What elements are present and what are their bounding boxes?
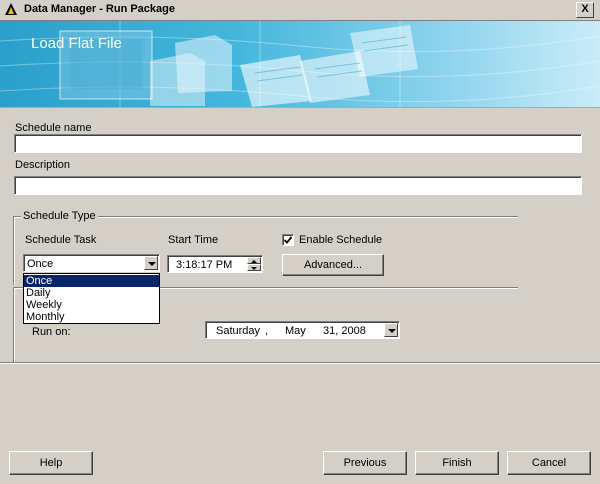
time-spin-down-button[interactable] xyxy=(247,264,261,271)
schedule-type-group-label: Schedule Type xyxy=(21,210,98,222)
start-time-value: 3:18:17 PM xyxy=(176,259,233,271)
window-title: Data Manager - Run Package xyxy=(24,3,175,15)
advanced-button[interactable]: Advanced... xyxy=(282,254,384,276)
dropdown-option-monthly[interactable]: Monthly xyxy=(24,311,159,323)
schedule-task-dropdown-button[interactable] xyxy=(144,256,158,270)
enable-schedule-label[interactable]: Enable Schedule xyxy=(299,234,382,246)
date-dropdown-button[interactable] xyxy=(384,323,398,337)
enable-schedule-checkbox[interactable] xyxy=(282,234,294,246)
dropdown-option-weekly[interactable]: Weekly xyxy=(24,299,159,311)
time-spin-up-button[interactable] xyxy=(247,257,261,264)
title-bar: Data Manager - Run Package X xyxy=(0,0,600,21)
schedule-name-label: Schedule name xyxy=(15,122,92,134)
schedule-task-label: Schedule Task xyxy=(25,234,97,246)
schedule-task-value: Once xyxy=(27,258,54,270)
run-on-label: Run on: xyxy=(32,326,71,338)
chevron-down-icon xyxy=(148,262,156,266)
banner-graphic xyxy=(0,21,600,107)
run-on-weekday[interactable]: Saturday xyxy=(216,325,260,337)
app-icon xyxy=(5,3,17,15)
start-time-input[interactable]: 3:18:17 PM xyxy=(167,255,263,273)
description-label: Description xyxy=(15,159,71,171)
cancel-button[interactable]: Cancel xyxy=(507,451,591,475)
finish-button[interactable]: Finish xyxy=(415,451,499,475)
chevron-down-icon xyxy=(388,329,396,333)
dropdown-option-once[interactable]: Once xyxy=(24,275,159,287)
schedule-task-dropdown-list: Once Daily Weekly Monthly xyxy=(23,273,160,324)
description-input[interactable] xyxy=(14,176,582,195)
checkmark-icon xyxy=(283,236,293,244)
previous-button[interactable]: Previous xyxy=(323,451,407,475)
spin-down-icon xyxy=(251,267,257,270)
run-on-month[interactable]: May xyxy=(285,325,306,337)
start-time-label: Start Time xyxy=(168,234,219,246)
spin-up-icon xyxy=(251,260,257,263)
run-on-day-year[interactable]: 31, 2008 xyxy=(323,325,366,337)
help-button[interactable]: Help xyxy=(9,451,93,475)
banner-title: Load Flat File xyxy=(31,35,122,52)
schedule-task-select[interactable]: Once xyxy=(23,254,160,272)
run-on-separator: , xyxy=(265,325,269,337)
schedule-name-input[interactable] xyxy=(14,134,582,153)
close-icon: X xyxy=(581,3,589,15)
dropdown-option-daily[interactable]: Daily xyxy=(24,287,159,299)
close-button[interactable]: X xyxy=(576,2,594,18)
header-banner: Load Flat File xyxy=(0,21,600,108)
run-on-date-picker[interactable]: Saturday , May 31, 2008 xyxy=(205,321,400,339)
divider xyxy=(0,362,600,364)
